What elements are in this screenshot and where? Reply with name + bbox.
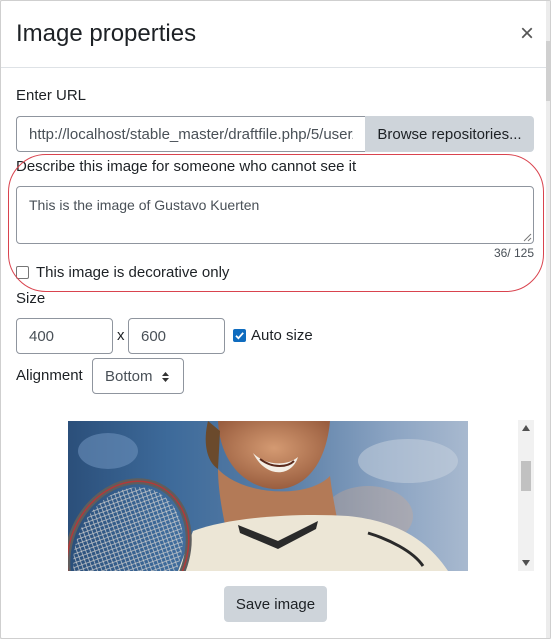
alignment-selected-value: Bottom <box>105 368 153 385</box>
decorative-label: This image is decorative only <box>36 264 230 281</box>
dialog-title: Image properties <box>16 20 197 47</box>
dialog-scrollbar-thumb[interactable] <box>546 41 550 101</box>
alignment-label: Alignment <box>16 367 83 384</box>
width-input[interactable] <box>16 318 113 354</box>
auto-size-label: Auto size <box>251 327 313 344</box>
height-input[interactable] <box>128 318 225 354</box>
sort-caret-icon <box>162 372 169 382</box>
auto-size-checkbox[interactable] <box>233 329 246 342</box>
save-image-button[interactable]: Save image <box>224 586 327 622</box>
scroll-up-arrow-icon[interactable] <box>522 425 530 431</box>
preview-scrollbar[interactable] <box>518 420 534 571</box>
url-label: Enter URL <box>16 87 87 104</box>
size-separator: x <box>117 327 125 344</box>
url-input[interactable] <box>16 116 365 152</box>
browse-repositories-button[interactable]: Browse repositories... <box>365 116 534 152</box>
scroll-down-arrow-icon[interactable] <box>522 560 530 566</box>
size-label: Size <box>16 290 46 307</box>
dialog-scrollbar[interactable] <box>546 1 550 638</box>
checkmark-icon <box>235 332 244 340</box>
image-properties-dialog: Image properties × Enter URL Browse repo… <box>0 0 551 639</box>
scrollbar-thumb[interactable] <box>521 461 531 491</box>
dialog-header: Image properties × <box>1 1 550 68</box>
alignment-select[interactable]: Bottom <box>92 358 184 394</box>
decorative-checkbox[interactable] <box>16 266 29 279</box>
close-icon[interactable]: × <box>516 21 538 47</box>
alt-text-label: Describe this image for someone who cann… <box>16 158 357 175</box>
resize-handle-icon[interactable] <box>523 233 532 242</box>
alt-text-textarea[interactable]: This is the image of Gustavo Kuerten <box>16 186 534 244</box>
image-preview <box>68 421 468 571</box>
character-counter: 36/ 125 <box>493 246 534 260</box>
